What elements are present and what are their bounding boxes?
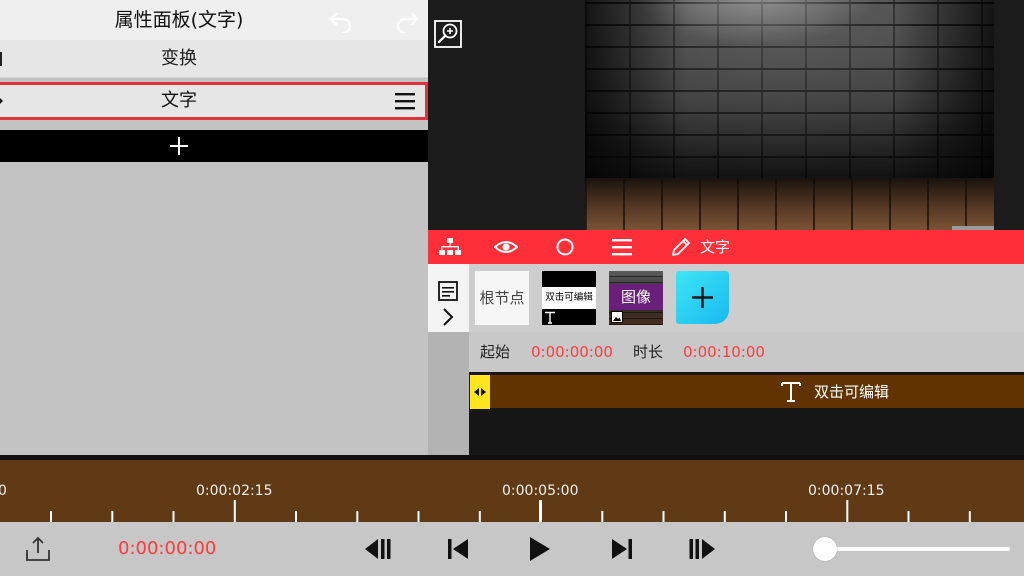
trim-arrows-icon	[474, 388, 486, 396]
playback-bar: 0:00:00:00	[0, 522, 1024, 576]
property-row-text[interactable]: 文字	[0, 82, 428, 120]
duration-value[interactable]: 0:00:10:00	[683, 332, 765, 372]
ruler-tick	[723, 511, 726, 522]
image-icon	[611, 311, 623, 323]
redo-icon[interactable]	[394, 7, 420, 33]
duration-label: 时长	[633, 343, 664, 361]
ruler-tick	[111, 511, 114, 522]
scene-image	[585, 0, 994, 230]
clip-label: 双击可编辑	[814, 383, 890, 401]
property-row-transform[interactable]: 变换	[0, 40, 428, 78]
text-icon	[545, 311, 555, 324]
clip-trim-handle[interactable]	[470, 375, 490, 409]
add-property-button[interactable]	[0, 130, 428, 162]
eye-icon[interactable]	[494, 236, 518, 258]
ruler-tick	[417, 511, 420, 522]
volume-slider-knob[interactable]	[813, 537, 837, 561]
ruler-tick	[172, 511, 175, 522]
menu-icon[interactable]	[394, 90, 416, 112]
node-toolbar: 文字	[428, 230, 1024, 264]
text-icon	[781, 382, 801, 402]
ruler-tick	[601, 511, 604, 522]
ruler-tick	[295, 511, 297, 522]
plus-icon	[692, 287, 713, 308]
pencil-icon[interactable]	[669, 236, 693, 258]
fast-forward-icon[interactable]	[688, 536, 718, 562]
current-time: 0:00:00:00	[118, 538, 217, 559]
node-image[interactable]: 图像	[609, 271, 663, 325]
ruler-tick	[50, 511, 52, 522]
circle-icon[interactable]	[553, 236, 577, 258]
undo-icon[interactable]	[328, 7, 354, 33]
menu-icon[interactable]	[610, 236, 634, 258]
preview-canvas[interactable]	[428, 0, 1024, 230]
add-node-button[interactable]	[676, 271, 729, 324]
text-clip[interactable]: 双击可编辑	[470, 374, 1024, 409]
share-icon[interactable]	[24, 535, 52, 563]
track-sidebar	[428, 332, 469, 455]
wooden-floor	[585, 178, 994, 230]
rewind-icon[interactable]	[362, 536, 392, 562]
ruler-ticks	[50, 500, 971, 522]
ruler-tick	[662, 511, 665, 522]
volume-slider-track[interactable]	[826, 547, 1010, 551]
row-label: 变换	[161, 48, 197, 69]
ruler-major-tick	[846, 500, 849, 522]
ruler-tick	[785, 511, 787, 522]
ruler-major-tick	[233, 500, 236, 522]
panel-header: 属性面板(文字)	[0, 0, 428, 40]
node-text[interactable]: 双击可编辑	[542, 271, 596, 325]
node-strip: 根节点 双击可编辑 图像	[428, 264, 1024, 332]
start-value[interactable]: 0:00:00:00	[531, 332, 613, 372]
panel-title: 属性面板(文字)	[114, 9, 244, 31]
clip-timing-info: 起始 0:00:00:00 时长 0:00:10:00	[469, 332, 1024, 372]
ruler-tick	[478, 511, 481, 522]
play-icon[interactable]	[525, 536, 555, 562]
node-type-label: 文字	[700, 238, 731, 256]
ruler-center-tick	[539, 500, 542, 522]
wall-vignette	[585, 0, 994, 180]
node-image-label: 图像	[609, 284, 663, 310]
next-icon[interactable]	[607, 536, 637, 562]
timeline-ruler[interactable]: 0 0:00:02:15 0:00:05:00 0:00:07:15	[0, 460, 1024, 522]
ruler-tick	[356, 511, 359, 522]
zoom-in-icon[interactable]	[434, 20, 462, 48]
document-icon	[438, 281, 458, 301]
track-area: 双击可编辑	[469, 372, 1024, 455]
ruler-tick	[907, 511, 910, 522]
node-root[interactable]: 根节点	[475, 271, 529, 325]
previous-icon[interactable]	[443, 536, 473, 562]
hierarchy-icon[interactable]	[438, 236, 462, 258]
node-text-label: 双击可编辑	[542, 287, 596, 309]
plus-icon	[170, 137, 188, 155]
ruler-tick	[968, 511, 971, 522]
chevron-right-icon	[443, 308, 454, 326]
property-panel: 属性面板(文字) 变换 文字	[0, 0, 428, 455]
start-label: 起始	[480, 343, 511, 361]
strip-toggle-button[interactable]	[428, 264, 469, 332]
row-label: 文字	[161, 90, 197, 111]
